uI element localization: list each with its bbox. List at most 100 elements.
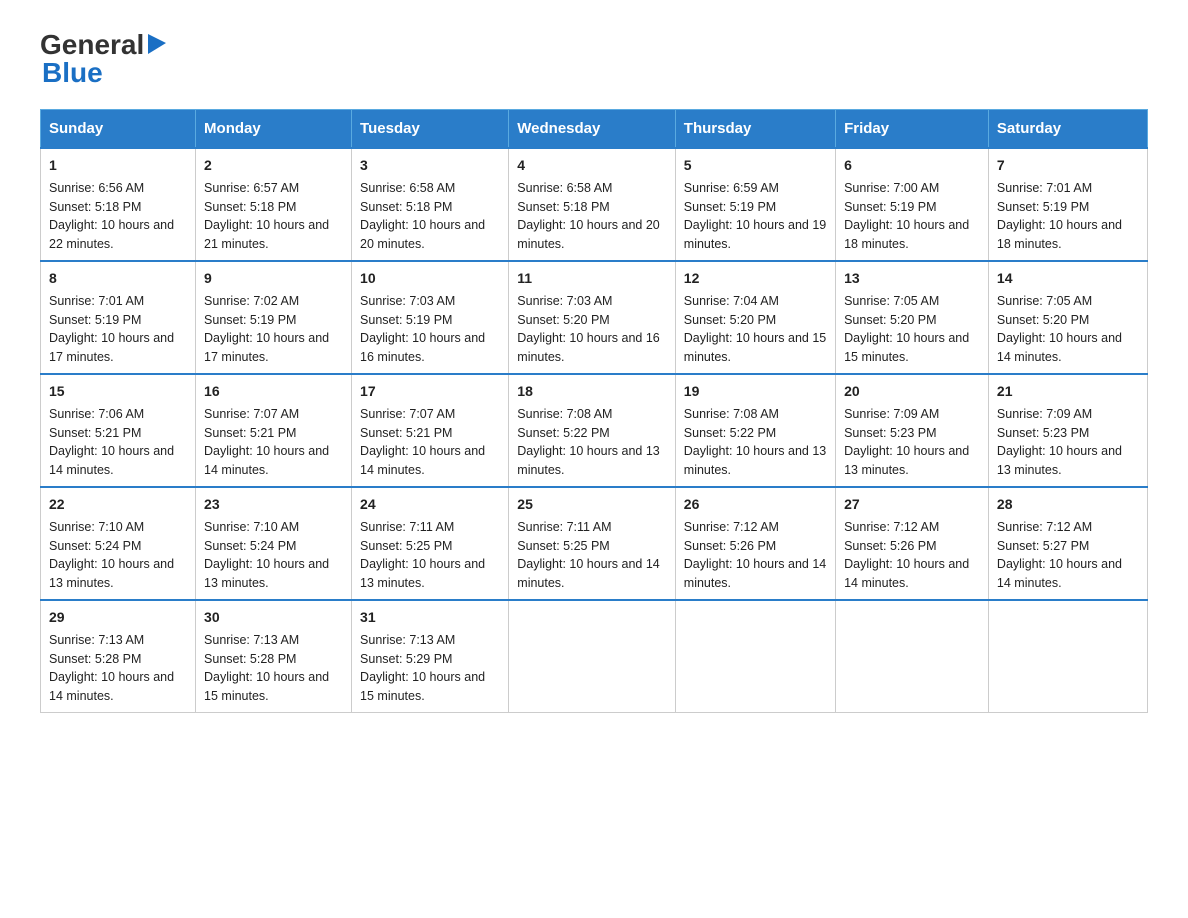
sunset-text: Sunset: 5:20 PM [684,313,776,327]
daylight-text: Daylight: 10 hours and 13 minutes. [49,557,174,590]
calendar-cell: 22Sunrise: 7:10 AMSunset: 5:24 PMDayligh… [41,487,196,600]
sunset-text: Sunset: 5:21 PM [49,426,141,440]
day-number: 23 [204,494,343,515]
calendar-week-row: 22Sunrise: 7:10 AMSunset: 5:24 PMDayligh… [41,487,1148,600]
sunrise-text: Sunrise: 6:56 AM [49,181,144,195]
daylight-text: Daylight: 10 hours and 15 minutes. [360,670,485,703]
calendar-cell: 4Sunrise: 6:58 AMSunset: 5:18 PMDaylight… [509,148,676,261]
sunrise-text: Sunrise: 7:12 AM [844,520,939,534]
day-number: 30 [204,607,343,628]
sunset-text: Sunset: 5:25 PM [517,539,609,553]
calendar-cell: 20Sunrise: 7:09 AMSunset: 5:23 PMDayligh… [836,374,989,487]
calendar-cell: 5Sunrise: 6:59 AMSunset: 5:19 PMDaylight… [675,148,835,261]
logo-blue-text: Blue [42,57,103,89]
day-number: 24 [360,494,500,515]
day-number: 5 [684,155,827,176]
calendar-week-row: 1Sunrise: 6:56 AMSunset: 5:18 PMDaylight… [41,148,1148,261]
calendar-cell: 18Sunrise: 7:08 AMSunset: 5:22 PMDayligh… [509,374,676,487]
sunset-text: Sunset: 5:18 PM [517,200,609,214]
day-number: 27 [844,494,980,515]
sunset-text: Sunset: 5:18 PM [360,200,452,214]
sunrise-text: Sunrise: 7:10 AM [49,520,144,534]
page-header: General Blue [40,30,1148,89]
calendar-cell: 16Sunrise: 7:07 AMSunset: 5:21 PMDayligh… [196,374,352,487]
calendar-header-thursday: Thursday [675,109,835,148]
calendar-cell: 8Sunrise: 7:01 AMSunset: 5:19 PMDaylight… [41,261,196,374]
calendar-header-tuesday: Tuesday [352,109,509,148]
day-number: 17 [360,381,500,402]
day-number: 12 [684,268,827,289]
day-number: 10 [360,268,500,289]
sunrise-text: Sunrise: 7:01 AM [997,181,1092,195]
daylight-text: Daylight: 10 hours and 20 minutes. [360,218,485,251]
daylight-text: Daylight: 10 hours and 13 minutes. [517,444,659,477]
daylight-text: Daylight: 10 hours and 14 minutes. [517,557,659,590]
calendar-header-saturday: Saturday [988,109,1147,148]
sunset-text: Sunset: 5:18 PM [49,200,141,214]
sunset-text: Sunset: 5:23 PM [997,426,1089,440]
calendar-table: SundayMondayTuesdayWednesdayThursdayFrid… [40,109,1148,713]
sunrise-text: Sunrise: 6:57 AM [204,181,299,195]
calendar-cell: 19Sunrise: 7:08 AMSunset: 5:22 PMDayligh… [675,374,835,487]
day-number: 16 [204,381,343,402]
calendar-cell: 26Sunrise: 7:12 AMSunset: 5:26 PMDayligh… [675,487,835,600]
calendar-cell: 1Sunrise: 6:56 AMSunset: 5:18 PMDaylight… [41,148,196,261]
sunrise-text: Sunrise: 7:12 AM [684,520,779,534]
calendar-cell: 23Sunrise: 7:10 AMSunset: 5:24 PMDayligh… [196,487,352,600]
day-number: 22 [49,494,187,515]
daylight-text: Daylight: 10 hours and 13 minutes. [204,557,329,590]
sunrise-text: Sunrise: 7:10 AM [204,520,299,534]
sunrise-text: Sunrise: 7:08 AM [517,407,612,421]
day-number: 7 [997,155,1139,176]
day-number: 9 [204,268,343,289]
sunrise-text: Sunrise: 6:58 AM [360,181,455,195]
day-number: 14 [997,268,1139,289]
daylight-text: Daylight: 10 hours and 13 minutes. [360,557,485,590]
daylight-text: Daylight: 10 hours and 15 minutes. [204,670,329,703]
calendar-header-sunday: Sunday [41,109,196,148]
sunrise-text: Sunrise: 7:13 AM [360,633,455,647]
sunset-text: Sunset: 5:19 PM [684,200,776,214]
day-number: 4 [517,155,667,176]
calendar-header-friday: Friday [836,109,989,148]
day-number: 26 [684,494,827,515]
sunset-text: Sunset: 5:26 PM [684,539,776,553]
sunset-text: Sunset: 5:21 PM [360,426,452,440]
calendar-cell: 3 Sunrise: 6:58 AM Sunset: 5:18 PM Daylight… [352,148,509,261]
sunrise-text: Sunrise: 7:07 AM [360,407,455,421]
daylight-text: Daylight: 10 hours and 13 minutes. [844,444,969,477]
day-number: 21 [997,381,1139,402]
calendar-cell: 9Sunrise: 7:02 AMSunset: 5:19 PMDaylight… [196,261,352,374]
calendar-cell: 25Sunrise: 7:11 AMSunset: 5:25 PMDayligh… [509,487,676,600]
logo-arrow-icon [146,32,168,54]
calendar-cell: 30Sunrise: 7:13 AMSunset: 5:28 PMDayligh… [196,600,352,713]
day-number: 29 [49,607,187,628]
day-number: 20 [844,381,980,402]
sunrise-text: Sunrise: 7:09 AM [997,407,1092,421]
sunset-text: Sunset: 5:28 PM [204,652,296,666]
sunset-text: Sunset: 5:25 PM [360,539,452,553]
sunset-text: Sunset: 5:22 PM [517,426,609,440]
daylight-text: Daylight: 10 hours and 21 minutes. [204,218,329,251]
calendar-cell: 10Sunrise: 7:03 AMSunset: 5:19 PMDayligh… [352,261,509,374]
sunrise-text: Sunrise: 7:11 AM [517,520,611,534]
calendar-cell: 31Sunrise: 7:13 AMSunset: 5:29 PMDayligh… [352,600,509,713]
sunset-text: Sunset: 5:19 PM [997,200,1089,214]
daylight-text: Daylight: 10 hours and 14 minutes. [360,444,485,477]
sunset-text: Sunset: 5:20 PM [997,313,1089,327]
sunset-text: Sunset: 5:27 PM [997,539,1089,553]
sunrise-text: Sunrise: 7:04 AM [684,294,779,308]
sunrise-text: Sunrise: 7:03 AM [517,294,612,308]
daylight-text: Daylight: 10 hours and 17 minutes. [49,331,174,364]
day-number: 3 [360,155,500,176]
sunset-text: Sunset: 5:28 PM [49,652,141,666]
sunrise-text: Sunrise: 7:07 AM [204,407,299,421]
daylight-text: Daylight: 10 hours and 14 minutes. [997,557,1122,590]
daylight-text: Daylight: 10 hours and 20 minutes. [517,218,659,251]
sunset-text: Sunset: 5:19 PM [49,313,141,327]
daylight-text: Daylight: 10 hours and 13 minutes. [684,444,826,477]
sunrise-text: Sunrise: 7:03 AM [360,294,455,308]
calendar-cell: 12Sunrise: 7:04 AMSunset: 5:20 PMDayligh… [675,261,835,374]
sunset-text: Sunset: 5:26 PM [844,539,936,553]
sunset-text: Sunset: 5:29 PM [360,652,452,666]
